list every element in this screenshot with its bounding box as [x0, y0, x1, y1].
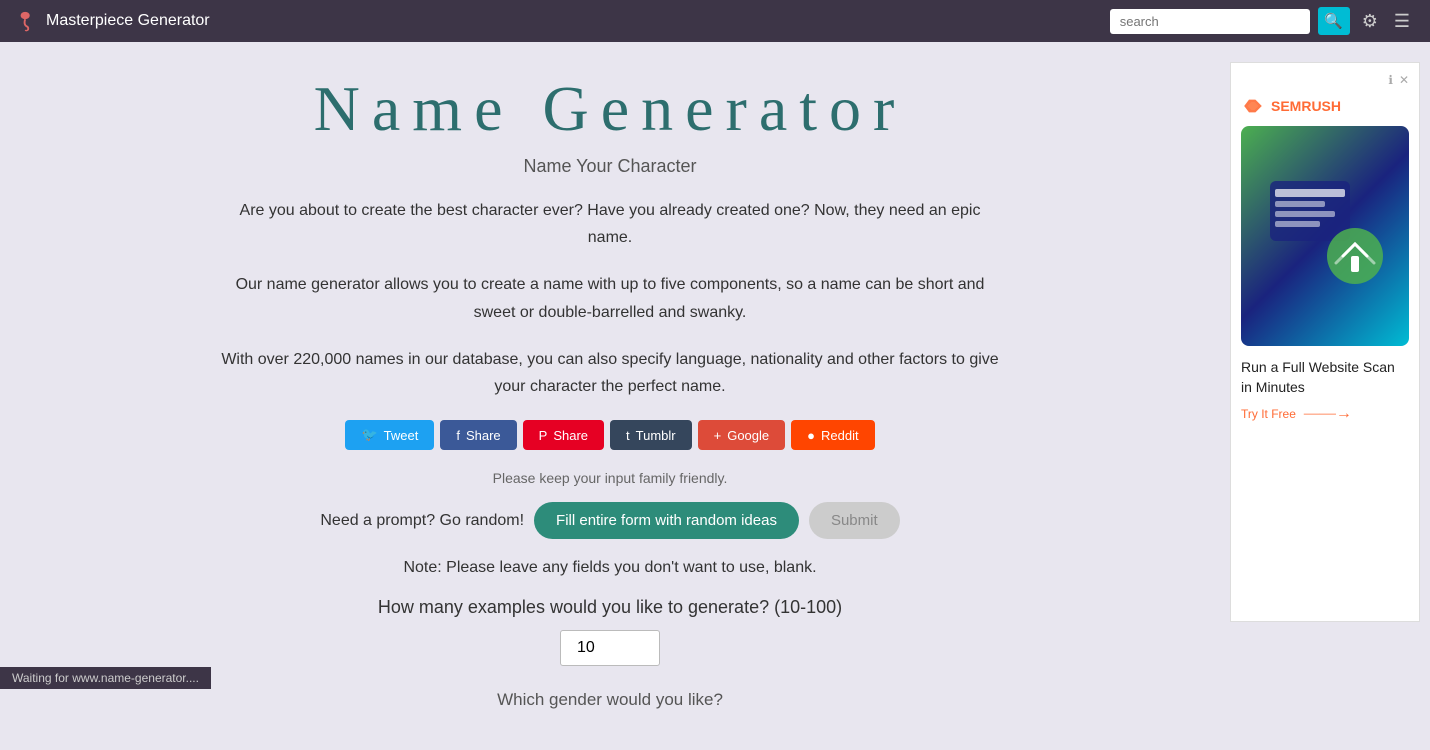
blank-fields-note: Note: Please leave any fields you don't …: [40, 559, 1180, 577]
semrush-brand-name: SEMRUSH: [1271, 98, 1341, 114]
status-bar: Waiting for www.name-generator....: [0, 667, 211, 689]
pinterest-label: Share: [553, 428, 588, 443]
pinterest-share-button[interactable]: P Share: [523, 420, 604, 450]
reddit-label: Reddit: [821, 428, 859, 443]
page-subtitle: Name Your Character: [40, 156, 1180, 177]
reddit-share-button[interactable]: ● Reddit: [791, 420, 874, 450]
twitter-icon: 🐦: [361, 427, 377, 443]
google-icon: +: [714, 428, 722, 443]
navbar-right: 🔍 ⚙ ☰: [1110, 7, 1414, 35]
facebook-share-button[interactable]: f Share: [440, 420, 516, 450]
search-button[interactable]: 🔍: [1318, 7, 1350, 35]
brand-logo[interactable]: Masterpiece Generator: [16, 10, 210, 32]
sidebar: ℹ ✕ SEMRUSH: [1220, 42, 1420, 750]
main-content: Name Generator Name Your Character Are y…: [0, 42, 1220, 750]
tumblr-share-button[interactable]: t Tumblr: [610, 420, 692, 450]
search-icon: 🔍: [1324, 12, 1343, 30]
ad-visual-svg: [1260, 171, 1390, 301]
submit-button[interactable]: Submit: [809, 502, 900, 539]
pinterest-icon: P: [539, 428, 548, 443]
google-share-button[interactable]: + Google: [698, 420, 786, 450]
reddit-icon: ●: [807, 428, 815, 443]
tumblr-label: Tumblr: [636, 428, 676, 443]
navbar: Masterpiece Generator 🔍 ⚙ ☰: [0, 0, 1430, 42]
examples-question: How many examples would you like to gene…: [40, 597, 1180, 618]
social-buttons: 🐦 Tweet f Share P Share t Tumblr + Googl…: [40, 420, 1180, 450]
tumblr-icon: t: [626, 428, 630, 443]
desc-2: Our name generator allows you to create …: [220, 271, 1000, 325]
ad-cta-text[interactable]: Try It Free: [1241, 407, 1296, 421]
desc-3: With over 220,000 names in our database,…: [220, 346, 1000, 400]
next-question-preview: Which gender would you like?: [40, 690, 1180, 710]
tweet-label: Tweet: [384, 428, 419, 443]
ad-image: [1241, 126, 1409, 346]
prompt-text: Need a prompt? Go random!: [320, 512, 524, 530]
page-title: Name Generator: [40, 72, 1180, 146]
facebook-icon: f: [456, 428, 460, 443]
random-row: Need a prompt? Go random! Fill entire fo…: [40, 502, 1180, 539]
menu-icon-button[interactable]: ☰: [1390, 11, 1414, 32]
hamburger-icon: ☰: [1394, 11, 1410, 31]
sliders-icon: ⚙: [1362, 11, 1378, 31]
family-friendly-note: Please keep your input family friendly.: [40, 470, 1180, 486]
semrush-logo-icon: [1241, 96, 1265, 116]
ad-close-icon[interactable]: ✕: [1399, 73, 1409, 88]
tweet-button[interactable]: 🐦 Tweet: [345, 420, 434, 450]
brand-name: Masterpiece Generator: [46, 12, 210, 30]
ad-panel: ℹ ✕ SEMRUSH: [1230, 62, 1420, 622]
examples-input[interactable]: [560, 630, 660, 666]
google-label: Google: [727, 428, 769, 443]
ad-headline: Run a Full Website Scan in Minutes: [1241, 358, 1409, 397]
ad-arrow-icon: ——→: [1304, 405, 1352, 423]
page-wrapper: Name Generator Name Your Character Are y…: [0, 42, 1430, 750]
facebook-label: Share: [466, 428, 501, 443]
status-text: Waiting for www.name-generator....: [12, 671, 199, 685]
desc-1: Are you about to create the best charact…: [220, 197, 1000, 251]
flamingo-icon: [16, 10, 38, 32]
ad-brand: SEMRUSH: [1241, 96, 1409, 116]
ad-info-icon[interactable]: ℹ: [1388, 73, 1393, 88]
ad-topbar: ℹ ✕: [1241, 73, 1409, 88]
fill-random-button[interactable]: Fill entire form with random ideas: [534, 502, 799, 539]
ad-cta-row: Try It Free ——→: [1241, 405, 1409, 423]
settings-icon-button[interactable]: ⚙: [1358, 11, 1382, 32]
search-input[interactable]: [1110, 9, 1310, 34]
